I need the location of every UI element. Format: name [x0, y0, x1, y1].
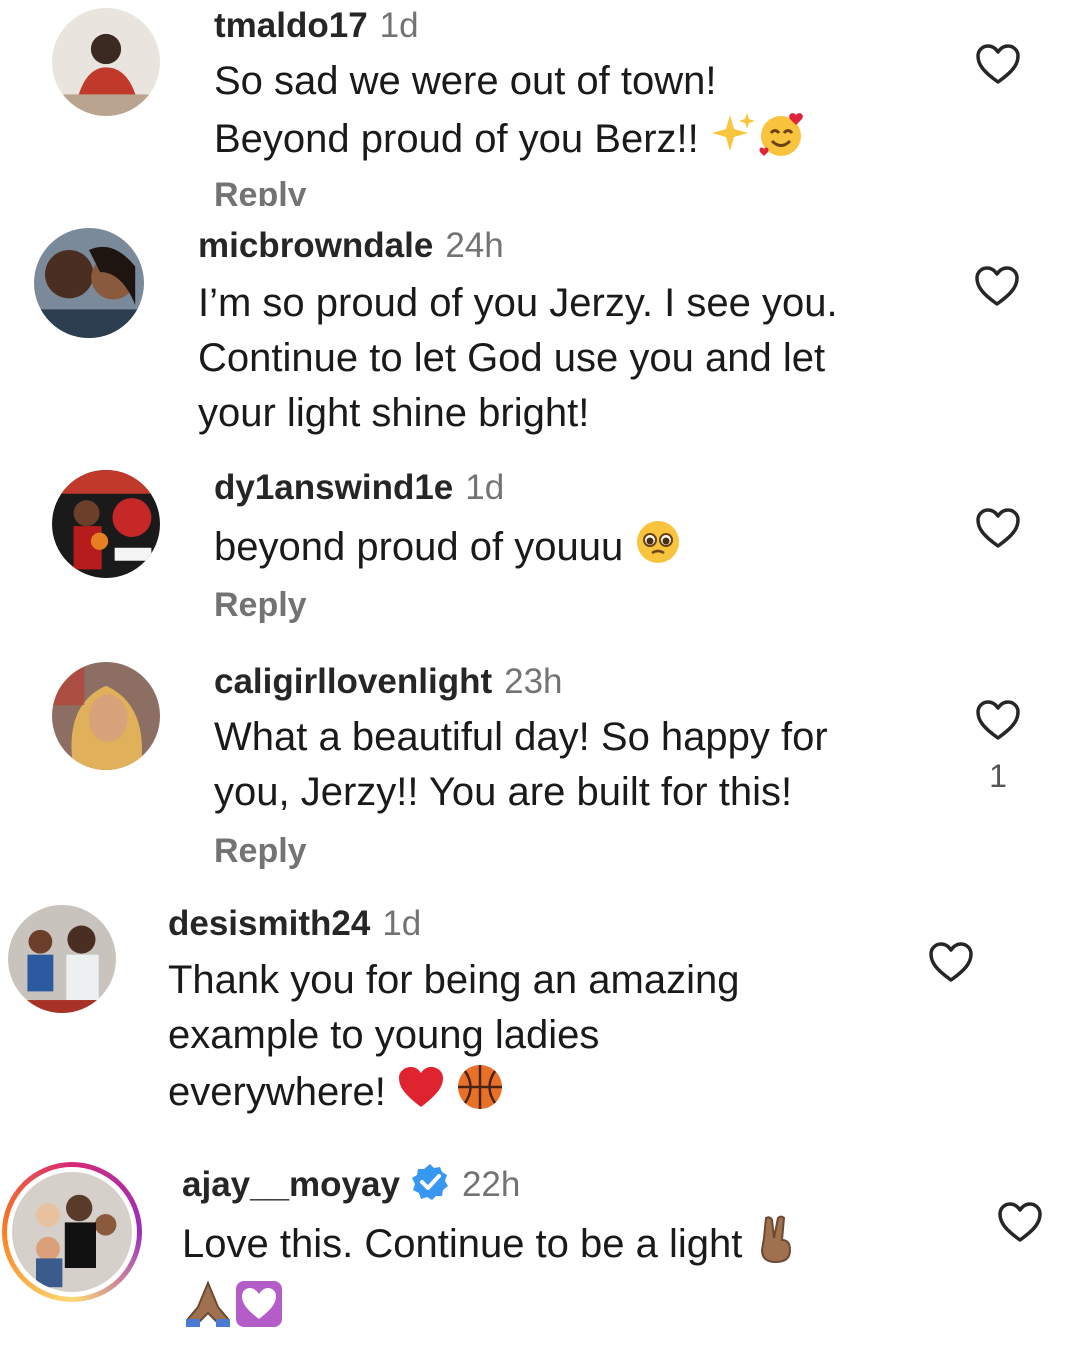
comment-line: everywhere! [168, 1063, 739, 1126]
reply-button[interactable]: Reply [214, 832, 307, 871]
comment-line: Continue to let God use you and let [198, 336, 826, 380]
comment-timestamp: 1d [465, 468, 505, 507]
comment-line: I’m so proud of you Jerzy. I see you. [198, 281, 838, 325]
avatar[interactable] [8, 905, 116, 1013]
victory-hand-icon [754, 1214, 798, 1279]
comment-line: beyond proud of youuu [214, 518, 682, 581]
like-heart-icon[interactable] [974, 698, 1022, 742]
comment-text: beyond proud of youuu [214, 518, 682, 581]
reply-button[interactable]: Reply [214, 176, 307, 206]
comment-line: Love this. Continue to be a light [182, 1214, 798, 1279]
sparkles-icon [710, 111, 756, 172]
comment-line: your light shine bright! [198, 391, 590, 435]
basketball-icon [456, 1063, 504, 1126]
comment-line: Beyond proud of you Berz!! [214, 109, 806, 174]
comment-text: So sad we were out of town! Beyond proud… [214, 54, 806, 174]
comment-line [182, 1279, 798, 1344]
comment-timestamp: 23h [504, 662, 563, 701]
comment-timestamp: 1d [382, 904, 422, 943]
comment-username[interactable]: tmaldo17 1d [214, 6, 419, 46]
comment-username[interactable]: micbrowndale 24h [198, 226, 504, 266]
comment-line: example to young ladies [168, 1013, 600, 1057]
comment-username[interactable]: caligirllovenlight 23h [214, 662, 563, 702]
comment-text: I’m so proud of you Jerzy. I see you. Co… [198, 276, 838, 441]
pleading-face-icon [634, 518, 682, 581]
comment-line: you, Jerzy!! You are built for this! [214, 770, 793, 814]
comment-line: So sad we were out of town! [214, 59, 717, 103]
smiling-face-with-hearts-icon [756, 109, 806, 174]
verified-badge-icon [410, 1162, 450, 1211]
comment-username[interactable]: desismith24 1d [168, 904, 421, 944]
avatar [12, 1172, 132, 1292]
avatar[interactable] [52, 662, 160, 770]
story-ring-avatar[interactable] [2, 1162, 142, 1302]
avatar[interactable] [52, 8, 160, 116]
comment-line: What a beautiful day! So happy for [214, 715, 828, 759]
comment-timestamp: 1d [379, 6, 419, 45]
folded-hands-icon [182, 1279, 234, 1344]
heart-decoration-icon [234, 1279, 284, 1344]
like-heart-icon[interactable] [927, 940, 975, 984]
comment-username[interactable]: ajay__moyay 22h [182, 1162, 520, 1211]
like-heart-icon[interactable] [974, 42, 1022, 86]
like-heart-icon[interactable] [973, 264, 1021, 308]
comment-line: Thank you for being an amazing [168, 958, 740, 1002]
red-heart-icon [397, 1065, 445, 1124]
comment-timestamp: 22h [461, 1165, 521, 1204]
avatar[interactable] [34, 228, 144, 338]
comment-text: Love this. Continue to be a light [182, 1214, 798, 1344]
comment-text: What a beautiful day! So happy for you, … [214, 710, 828, 820]
like-count: 1 [989, 758, 1007, 794]
comment-text: Thank you for being an amazing example t… [168, 953, 739, 1126]
like-heart-icon[interactable] [974, 506, 1022, 550]
comment-username[interactable]: dy1answind1e 1d [214, 468, 504, 508]
avatar[interactable] [52, 470, 160, 578]
like-heart-icon[interactable] [996, 1200, 1044, 1244]
reply-button[interactable]: Reply [214, 586, 307, 625]
comment-timestamp: 24h [445, 226, 504, 265]
